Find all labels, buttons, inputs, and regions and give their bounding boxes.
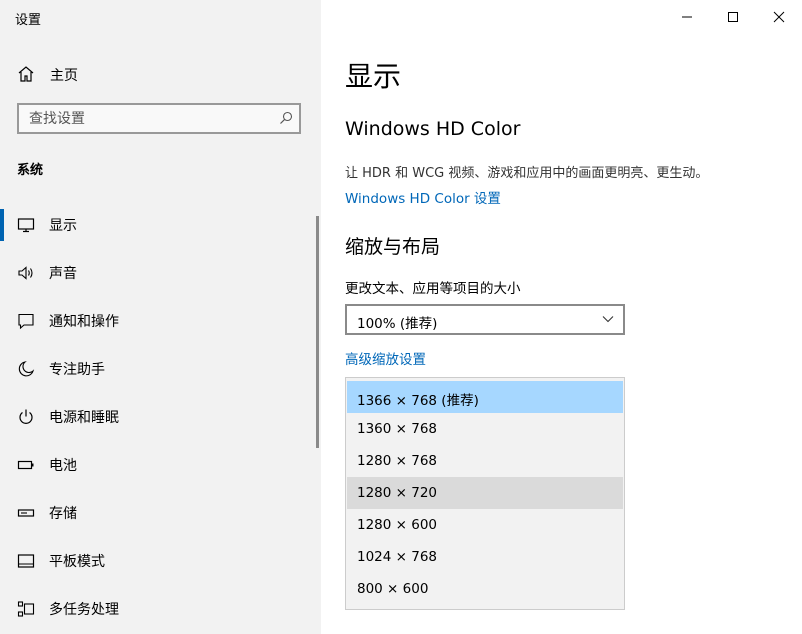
sidebar-item-label: 显示 <box>49 218 77 234</box>
sidebar-item-focus-assist[interactable]: 专注助手 <box>0 349 316 389</box>
notification-icon <box>18 313 34 330</box>
maximize-icon <box>728 12 738 22</box>
multitask-icon <box>17 601 35 617</box>
resolution-option[interactable]: 800 × 600 <box>347 573 623 605</box>
scale-label: 更改文本、应用等项目的大小 <box>345 281 521 297</box>
sidebar-item-label: 平板模式 <box>49 554 105 570</box>
active-indicator <box>0 209 4 241</box>
battery-icon <box>17 460 34 470</box>
resolution-option-label: 1280 × 720 <box>357 485 438 501</box>
home-icon <box>18 66 34 82</box>
sidebar-scrollbar[interactable] <box>316 216 319 448</box>
hd-color-description: 让 HDR 和 WCG 视频、游戏和应用中的画面更明亮、更生动。 <box>345 166 709 181</box>
hd-color-settings-link[interactable]: Windows HD Color 设置 <box>345 187 501 207</box>
moon-icon <box>18 361 35 377</box>
sidebar-item-label: 多任务处理 <box>49 602 119 618</box>
sidebar: 设置 主页 系统 显示 声音 通知和操 <box>0 0 321 634</box>
sidebar-item-multitasking[interactable]: 多任务处理 <box>0 589 316 629</box>
resolution-option[interactable]: 1280 × 600 <box>347 509 623 541</box>
sidebar-item-battery[interactable]: 电池 <box>0 445 316 485</box>
tablet-icon <box>17 554 35 568</box>
resolution-option-label: 800 × 600 <box>357 581 429 597</box>
sidebar-item-tablet-mode[interactable]: 平板模式 <box>0 541 316 581</box>
search-box[interactable] <box>17 103 301 134</box>
minimize-icon <box>682 16 692 18</box>
sidebar-item-label: 存储 <box>49 506 77 522</box>
home-label: 主页 <box>50 68 78 84</box>
advanced-scaling-link[interactable]: 高级缩放设置 <box>345 348 426 368</box>
chevron-down-icon <box>602 316 614 323</box>
main-content: 显示 Windows HD Color 让 HDR 和 WCG 视频、游戏和应用… <box>321 0 802 634</box>
sidebar-item-label: 电池 <box>49 458 77 474</box>
monitor-icon <box>17 218 35 233</box>
resolution-option-label: 1280 × 768 <box>357 453 438 469</box>
scale-layout-heading: 缩放与布局 <box>345 236 441 258</box>
resolution-option[interactable]: 1280 × 720 <box>347 477 623 509</box>
sidebar-item-sound[interactable]: 声音 <box>0 253 316 293</box>
sidebar-item-label: 通知和操作 <box>49 314 119 330</box>
resolution-option[interactable]: 1366 × 768 (推荐) <box>347 381 623 413</box>
resolution-option-label: 1280 × 600 <box>357 517 438 533</box>
close-button[interactable] <box>756 0 802 34</box>
storage-icon <box>17 509 35 517</box>
home-nav-item[interactable]: 主页 <box>0 58 321 90</box>
scale-select[interactable]: 100% (推荐) <box>345 304 625 335</box>
power-icon <box>19 409 33 424</box>
resolution-option[interactable]: 1024 × 768 <box>347 541 623 573</box>
hd-color-heading: Windows HD Color <box>345 118 521 140</box>
page-title: 显示 <box>345 60 402 93</box>
maximize-button[interactable] <box>710 0 756 34</box>
window-title: 设置 <box>15 13 42 28</box>
resolution-option-label: 1360 × 768 <box>357 421 438 437</box>
minimize-button[interactable] <box>664 0 710 34</box>
resolution-dropdown-list: 1366 × 768 (推荐) 1360 × 768 1280 × 768 12… <box>345 377 625 610</box>
scale-select-value: 100% (推荐) <box>357 316 438 332</box>
resolution-option[interactable]: 1280 × 768 <box>347 445 623 477</box>
sidebar-item-notifications[interactable]: 通知和操作 <box>0 301 316 341</box>
close-icon <box>773 11 785 23</box>
sidebar-item-label: 电源和睡眠 <box>49 410 119 426</box>
sidebar-item-storage[interactable]: 存储 <box>0 493 316 533</box>
resolution-option-label: 1024 × 768 <box>357 549 438 565</box>
sidebar-item-power-sleep[interactable]: 电源和睡眠 <box>0 397 316 437</box>
sidebar-item-display[interactable]: 显示 <box>0 205 316 245</box>
section-title: 系统 <box>17 163 44 178</box>
search-input[interactable] <box>19 105 279 132</box>
sidebar-item-label: 声音 <box>49 266 77 282</box>
search-icon <box>280 111 293 124</box>
speaker-icon <box>18 266 33 280</box>
sidebar-item-label: 专注助手 <box>49 362 105 378</box>
resolution-option[interactable]: 1360 × 768 <box>347 413 623 445</box>
resolution-option-label: 1366 × 768 (推荐) <box>357 393 479 409</box>
